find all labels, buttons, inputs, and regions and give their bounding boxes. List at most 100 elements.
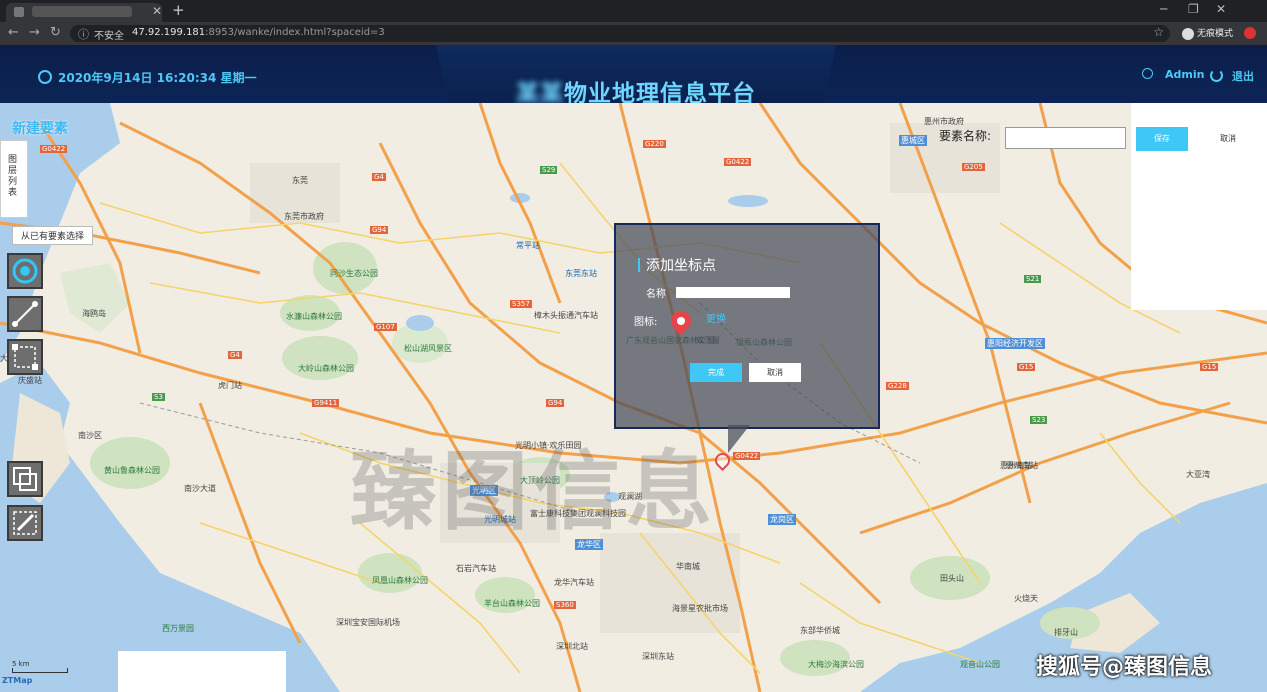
done-button[interactable]: 完成 — [690, 363, 742, 382]
url-field[interactable]: ⓘ 不安全 47.92.199.181:8953/wanke/index.htm… — [70, 25, 1170, 42]
browser-tab[interactable]: ✕ — [6, 3, 162, 22]
map-place-label: 海鸥岛 — [82, 309, 106, 318]
copy-icon — [13, 467, 37, 491]
forward-icon[interactable]: → — [29, 25, 40, 40]
map-place-label: 凤凰山森林公园 — [372, 576, 428, 585]
user-icon — [1142, 68, 1153, 79]
polygon-tool-button[interactable] — [7, 339, 43, 375]
map-place-label: 田头山 — [940, 574, 964, 583]
map-view[interactable]: 东莞 东莞市政府 同沙生态公园 水濂山森林公园 松山湖风景区 大岭山森林公园 虎门站 庆盛站黄… — [0, 103, 1267, 692]
map-place-label: 火烧天 — [1014, 594, 1038, 603]
back-icon[interactable]: ← — [8, 25, 19, 40]
road-shield: G205 — [962, 163, 985, 171]
tab-title-blurred — [32, 6, 132, 17]
point-tool-button[interactable] — [7, 253, 43, 289]
restore-icon[interactable]: ❐ — [1188, 2, 1199, 16]
road-shield: G0422 — [724, 158, 752, 166]
minimize-icon[interactable]: ─ — [1160, 2, 1167, 16]
info-icon[interactable]: ⓘ — [78, 26, 89, 42]
line-tool-button[interactable] — [7, 296, 43, 332]
map-place-label: 龙岗区 — [768, 514, 796, 525]
map-place-label: 惠州市政府 — [924, 117, 964, 126]
url-host: 47.92.199.181 — [132, 27, 206, 38]
scale-label: 5 km — [12, 660, 30, 668]
road-shield: S360 — [554, 601, 576, 609]
road-shield: S23 — [1030, 416, 1048, 424]
change-icon-link[interactable]: 更换 — [706, 310, 726, 325]
window-close-icon[interactable]: ✕ — [1216, 2, 1226, 16]
map-place-label: 大亚湾 — [1186, 470, 1210, 479]
pick-existing-button[interactable]: 从已有要素选择 — [12, 226, 94, 245]
map-place-label: 观音山公园 — [960, 660, 1000, 669]
road-shield: S29 — [540, 166, 558, 174]
map-place-label: 大岭山森林公园 — [298, 364, 354, 373]
point-name-input[interactable] — [676, 287, 790, 298]
line-tool-icon — [12, 301, 38, 327]
road-shield: G9411 — [312, 399, 340, 407]
road-shield: G94 — [546, 399, 565, 407]
road-shield: G94 — [370, 226, 389, 234]
new-feature-title: 新建要素 — [12, 121, 68, 137]
popup-title-text: 添加坐标点 — [646, 258, 716, 274]
bookmark-star-icon[interactable]: ☆ — [1153, 25, 1164, 39]
feature-name-label: 要素名称: — [939, 129, 992, 143]
reload-icon[interactable]: ↻ — [50, 25, 61, 40]
app-header: 2020年9月14日 16:20:34 星期一 某某物业地理信息平台 Admin… — [0, 45, 1267, 120]
overlay-credit: 搜狐号@臻图信息 — [1036, 655, 1213, 680]
url-text: 47.92.199.181:8953/wanke/index.html?spac… — [132, 27, 385, 38]
blank-panel — [118, 651, 286, 692]
map-place-label: 龙华汽车站 — [554, 578, 594, 587]
edit-tool-button[interactable] — [7, 505, 43, 541]
map-place-label: 水濂山森林公园 — [286, 312, 342, 321]
icon-label: 图标: — [634, 317, 658, 328]
save-button[interactable]: 保存 — [1136, 127, 1188, 151]
map-place-label: 深圳东站 — [642, 652, 674, 661]
road-shield: G220 — [643, 140, 666, 148]
popup-cancel-button[interactable]: 取消 — [749, 363, 801, 382]
map-watermark: 臻图信息 — [350, 442, 718, 542]
road-shield: G4 — [228, 351, 242, 359]
feature-name-input[interactable] — [1005, 127, 1126, 149]
add-point-popup: 添加坐标点 名称 图标: 更换 完成 取消 — [614, 223, 880, 429]
map-place-label: 石岩汽车站 — [456, 564, 496, 573]
logout-label: 退出 — [1232, 70, 1254, 83]
map-place-label: 虎门站 — [218, 381, 242, 390]
road-shield: G107 — [374, 323, 397, 331]
incognito-label: 无痕模式 — [1197, 29, 1234, 39]
map-place-label: 深圳北站 — [556, 642, 588, 651]
map-place-label: 深圳宝安国际机场 — [336, 618, 400, 627]
road-shield: G15 — [1017, 363, 1036, 371]
new-tab-icon[interactable]: + — [172, 1, 185, 19]
map-place-label: 华南城 — [676, 562, 700, 571]
incognito-icon — [1182, 27, 1194, 40]
map-place-label: 东莞东站 — [565, 269, 597, 278]
close-tab-icon[interactable]: ✕ — [152, 4, 162, 18]
map-place-label: 南沙大道 — [184, 484, 216, 493]
browser-tab-bar: ✕ + ─ ❐ ✕ — [0, 0, 1267, 22]
map-place-label: 常平站 — [516, 241, 540, 250]
favicon-icon — [14, 7, 24, 17]
location-pin-icon[interactable] — [666, 306, 696, 336]
road-shield: G15 — [1200, 363, 1219, 371]
road-shield: S357 — [510, 300, 532, 308]
logout-button[interactable]: 退出 — [1210, 68, 1254, 84]
user-name: Admin — [1165, 68, 1205, 81]
incognito-indicator[interactable]: 无痕模式 — [1182, 26, 1233, 40]
extension-icon[interactable] — [1244, 27, 1256, 39]
road-shield: G0422 — [40, 145, 68, 153]
polygon-tool-icon — [12, 344, 38, 370]
map-place-label: 东部华侨城 — [800, 626, 840, 635]
map-place-label: 黄山鲁森林公园 — [104, 466, 160, 475]
layer-copy-tool-button[interactable] — [7, 461, 43, 497]
power-icon — [1210, 69, 1223, 82]
map-place-label: 大梅沙海滨公园 — [808, 660, 864, 669]
layer-list-button[interactable]: 图层列表 — [0, 140, 28, 218]
map-place-label: 海景星农批市场 — [672, 604, 728, 613]
map-place-label: 庆盛站 — [18, 376, 42, 385]
user-menu[interactable]: Admin — [1142, 68, 1204, 81]
clock: 2020年9月14日 16:20:34 星期一 — [38, 69, 257, 86]
map-place-label: 惠城区 — [899, 135, 927, 146]
popup-title: 添加坐标点 — [638, 255, 716, 275]
cancel-button[interactable]: 取消 — [1202, 127, 1254, 151]
layer-list-label: 图层列表 — [8, 155, 18, 198]
